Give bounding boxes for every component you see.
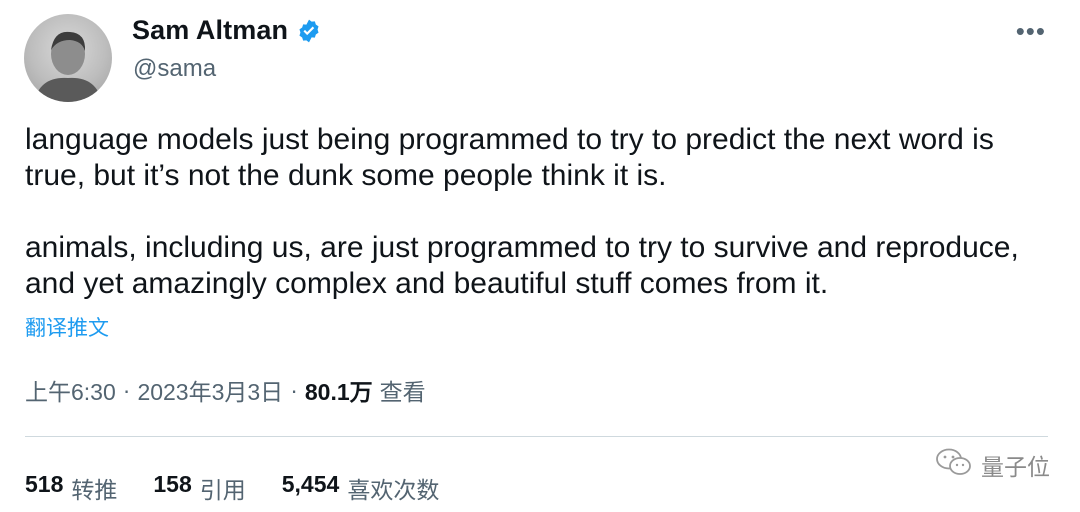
quotes-stat[interactable]: 158 引用 [153,471,245,505]
verified-badge-icon [296,18,322,44]
meta-separator: · [122,376,131,403]
display-name[interactable]: Sam Altman [132,15,288,46]
engagement-stats: 518 转推 158 引用 5,454 喜欢次数 [25,471,439,505]
likes-label: 喜欢次数 [347,477,440,503]
user-handle[interactable]: @sama [133,55,216,83]
tweet-text: language models just being programmed to… [25,122,1060,302]
wechat-icon [935,447,973,483]
tweet-meta: 上午6:30 · 2023年3月3日 · 80.1万 查看 [25,373,426,407]
divider [25,436,1048,437]
quotes-label: 引用 [199,477,246,503]
more-horizontal-icon[interactable]: ••• [1016,16,1046,47]
retweets-label: 转推 [71,477,118,503]
quotes-count: 158 [153,471,192,497]
tweet-time[interactable]: 上午6:30 [25,373,116,407]
views-count[interactable]: 80.1万 [305,373,373,407]
tweet-paragraph-2: animals, including us, are just programm… [25,231,1019,300]
profile-photo [34,31,102,102]
tweet-paragraph-1: language models just being programmed to… [25,123,994,192]
meta-separator: · [290,376,298,403]
translate-tweet-link[interactable]: 翻译推文 [25,312,109,342]
watermark-text: 量子位 [981,454,1050,480]
author-name-row: Sam Altman [132,15,322,46]
avatar[interactable] [24,14,112,102]
likes-stat[interactable]: 5,454 喜欢次数 [282,471,440,505]
views-label: 查看 [379,379,426,405]
retweets-stat[interactable]: 518 转推 [25,471,117,505]
watermark: 量子位 [935,447,1050,483]
retweets-count: 518 [25,471,64,497]
likes-count: 5,454 [281,471,340,497]
tweet-date[interactable]: 2023年3月3日 [137,373,283,407]
